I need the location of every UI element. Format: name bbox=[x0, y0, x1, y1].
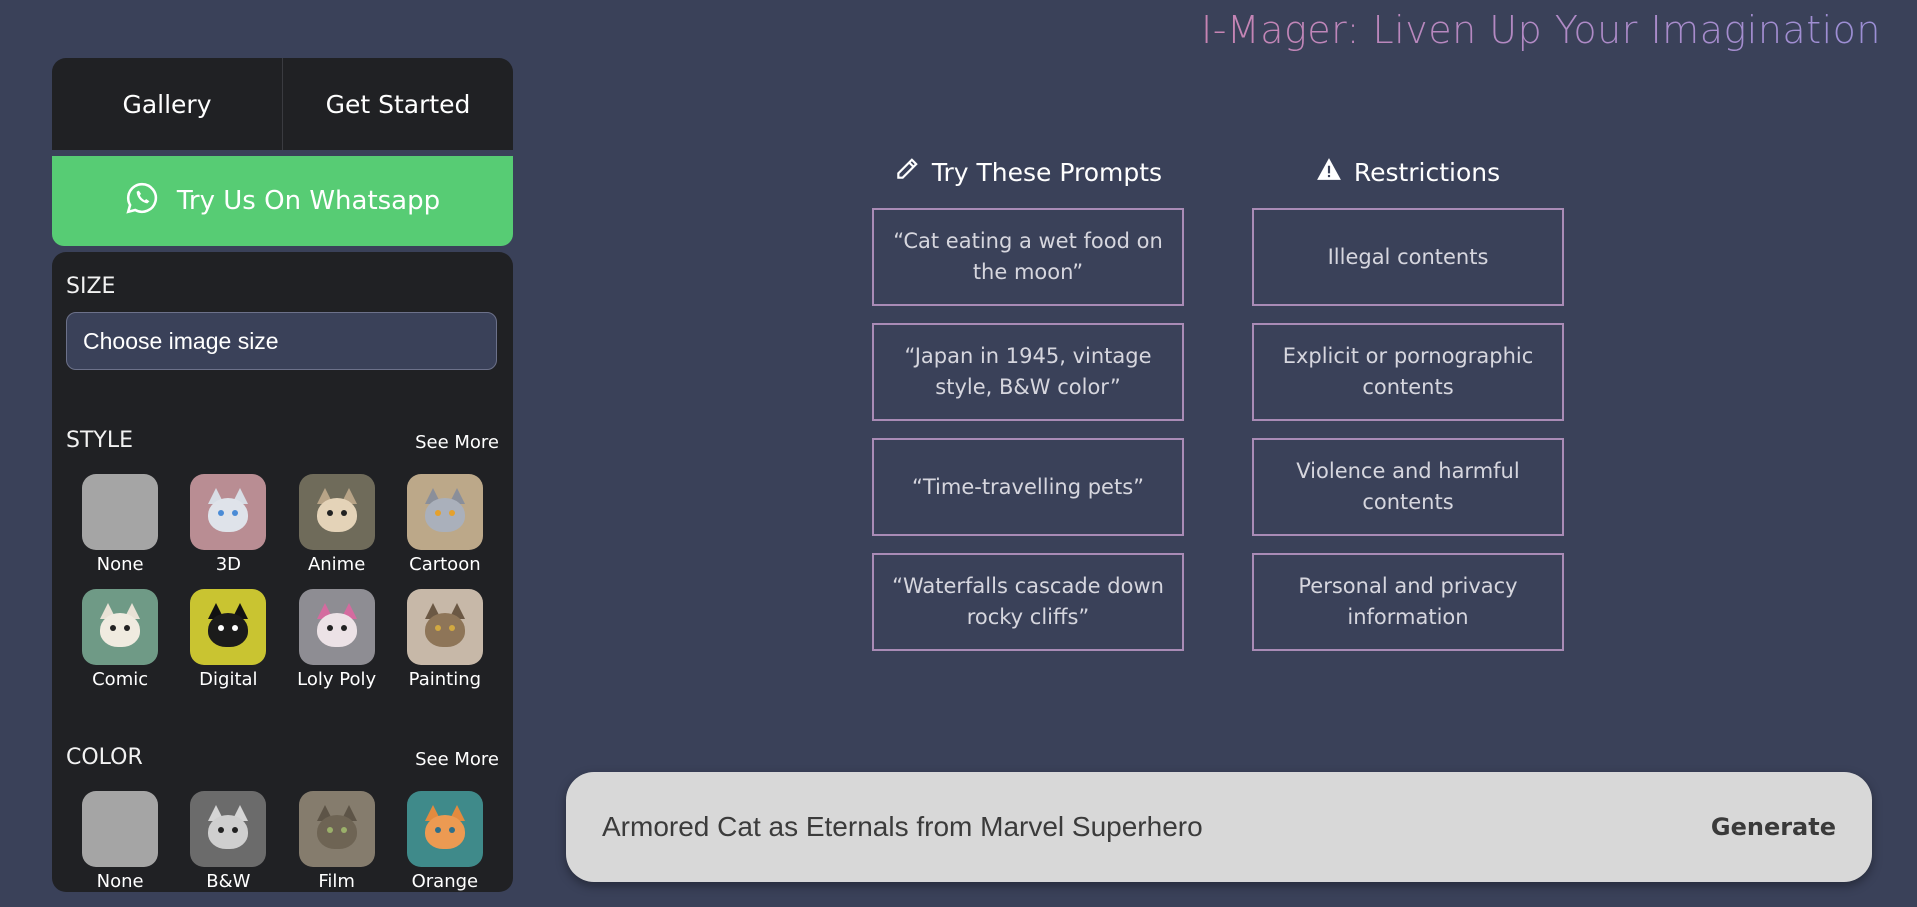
style-grid: None 3D Anime Cartoon Comic Digital Loly… bbox=[66, 474, 499, 690]
cartoon-cat-thumbnail-icon bbox=[406, 474, 483, 550]
style-option-label: Painting bbox=[408, 669, 482, 690]
3d-cat-thumbnail-icon bbox=[190, 474, 267, 550]
color-label: COLOR bbox=[66, 745, 143, 770]
style-option-loly-poly[interactable]: Loly Poly bbox=[283, 589, 391, 690]
prompt-input[interactable] bbox=[602, 811, 1711, 843]
style-option-label: 3D bbox=[215, 554, 242, 575]
nav-get-started[interactable]: Get Started bbox=[282, 58, 513, 150]
color-option-bw[interactable]: B&W bbox=[174, 791, 282, 892]
prompt-suggestion-card[interactable]: “Waterfalls cascade down rocky cliffs” bbox=[872, 553, 1184, 651]
prompt-suggestion-card[interactable]: “Cat eating a wet food on the moon” bbox=[872, 208, 1184, 306]
app-title: I-Mager: Liven Up Your Imagination bbox=[1200, 8, 1881, 52]
film-cat-thumbnail-icon bbox=[298, 791, 375, 867]
style-option-anime[interactable]: Anime bbox=[283, 474, 391, 575]
color-option-label: Orange bbox=[411, 871, 479, 892]
restriction-card: Violence and harmful contents bbox=[1252, 438, 1564, 536]
style-option-label: Comic bbox=[92, 669, 149, 690]
style-header: STYLE See More bbox=[66, 428, 499, 453]
color-grid: None B&W Film Orange bbox=[66, 791, 499, 892]
image-size-select[interactable]: Choose image size bbox=[66, 312, 497, 370]
restriction-card: Personal and privacy information bbox=[1252, 553, 1564, 651]
color-option-none[interactable]: None bbox=[66, 791, 174, 892]
color-option-label: Film bbox=[318, 871, 355, 892]
restriction-card: Explicit or pornographic contents bbox=[1252, 323, 1564, 421]
style-option-label: None bbox=[96, 554, 144, 575]
restrictions-heading: Restrictions bbox=[1252, 154, 1564, 190]
orange-cat-thumbnail-icon bbox=[406, 791, 483, 867]
loly-poly-cat-thumbnail-icon bbox=[298, 589, 375, 665]
style-option-label: Cartoon bbox=[409, 554, 481, 575]
style-option-label: Anime bbox=[307, 554, 366, 575]
style-option-cartoon[interactable]: Cartoon bbox=[391, 474, 499, 575]
bw-cat-thumbnail-icon bbox=[190, 791, 267, 867]
color-option-label: B&W bbox=[206, 871, 251, 892]
style-option-label: Loly Poly bbox=[297, 669, 377, 690]
top-nav: Gallery Get Started bbox=[52, 58, 513, 150]
color-see-more-link[interactable]: See More bbox=[415, 749, 499, 770]
color-header: COLOR See More bbox=[66, 745, 499, 770]
pencil-icon bbox=[894, 156, 920, 188]
color-option-film[interactable]: Film bbox=[283, 791, 391, 892]
blank-thumbnail-icon bbox=[82, 791, 159, 867]
digital-cat-thumbnail-icon bbox=[190, 589, 267, 665]
whatsapp-button[interactable]: Try Us On Whatsapp bbox=[52, 156, 513, 246]
style-option-label: Digital bbox=[199, 669, 258, 690]
style-option-painting[interactable]: Painting bbox=[391, 589, 499, 690]
anime-cat-thumbnail-icon bbox=[298, 474, 375, 550]
style-option-3d[interactable]: 3D bbox=[174, 474, 282, 575]
nav-gallery[interactable]: Gallery bbox=[52, 58, 282, 150]
style-option-digital[interactable]: Digital bbox=[174, 589, 282, 690]
prompt-suggestion-card[interactable]: “Time-travelling pets” bbox=[872, 438, 1184, 536]
warning-icon bbox=[1316, 156, 1342, 188]
whatsapp-icon bbox=[125, 181, 159, 222]
style-option-comic[interactable]: Comic bbox=[66, 589, 174, 690]
color-option-label: None bbox=[96, 871, 144, 892]
size-label: SIZE bbox=[66, 274, 116, 299]
painting-cat-thumbnail-icon bbox=[406, 589, 483, 665]
options-panel: SIZE Choose image size STYLE See More No… bbox=[52, 252, 513, 892]
generate-button[interactable]: Generate bbox=[1711, 813, 1836, 841]
prompts-heading: Try These Prompts bbox=[872, 154, 1184, 190]
restrictions-column: Restrictions Illegal contents Explicit o… bbox=[1252, 154, 1564, 651]
prompt-suggestion-card[interactable]: “Japan in 1945, vintage style, B&W color… bbox=[872, 323, 1184, 421]
style-see-more-link[interactable]: See More bbox=[415, 432, 499, 453]
style-label: STYLE bbox=[66, 428, 133, 453]
restriction-card: Illegal contents bbox=[1252, 208, 1564, 306]
prompts-heading-label: Try These Prompts bbox=[931, 157, 1163, 187]
blank-thumbnail-icon bbox=[82, 474, 159, 550]
color-option-orange[interactable]: Orange bbox=[391, 791, 499, 892]
comic-cat-thumbnail-icon bbox=[82, 589, 159, 665]
restrictions-heading-label: Restrictions bbox=[1353, 157, 1501, 187]
whatsapp-label: Try Us On Whatsapp bbox=[176, 186, 441, 216]
sidebar: Gallery Get Started Try Us On Whatsapp S… bbox=[52, 58, 513, 892]
prompt-bar: Generate bbox=[566, 772, 1872, 882]
style-option-none[interactable]: None bbox=[66, 474, 174, 575]
prompts-column: Try These Prompts “Cat eating a wet food… bbox=[872, 154, 1184, 651]
